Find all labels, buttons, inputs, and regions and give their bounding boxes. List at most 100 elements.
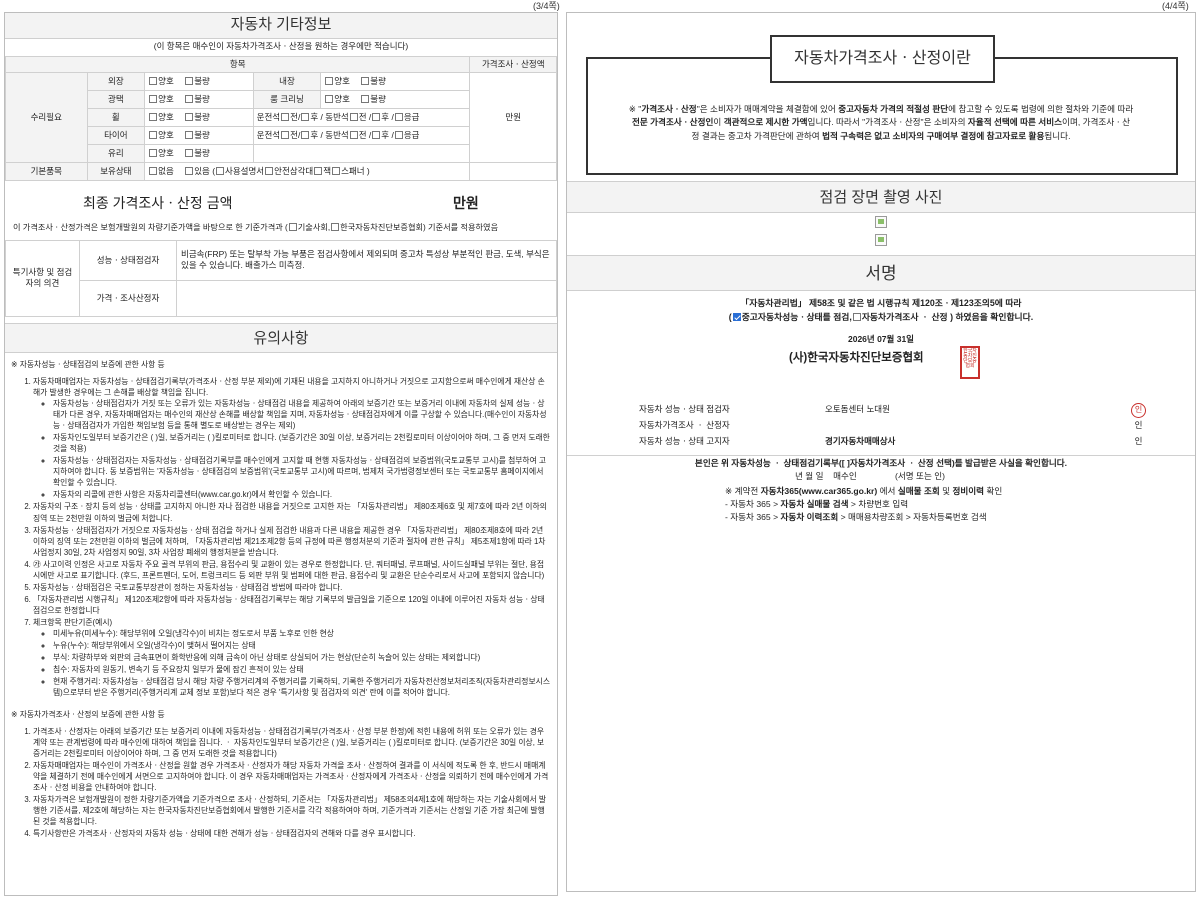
gloss-good-checkbox[interactable] (149, 95, 158, 104)
page-number-left: (3/4쪽) (533, 1, 560, 11)
list-item: 자동차의 구조ㆍ장치 등의 성능ㆍ상태를 고지하지 아니한 자나 점검한 내용을… (33, 501, 551, 523)
opt-label: 양호 (158, 112, 174, 123)
signer-row: 자동차 성능ㆍ상태 점검자 오토돔센터 노대원 인 (639, 402, 1159, 418)
jack-label: 잭 (323, 166, 332, 177)
list-item: 미세누유(미세누수): 해당부위에 오일(냉각수)이 비치는 정도로서 부품 노… (53, 628, 551, 639)
wheel-driver-front-checkbox[interactable] (281, 113, 290, 122)
wheel-emergency-checkbox[interactable] (394, 113, 403, 122)
info-text: ※ 계약전 (725, 486, 761, 496)
possession-options: 없음 있음 (사용설명서 안전삼각대 잭 스패너 ) (144, 162, 471, 182)
item-glass: 유리 (86, 144, 146, 164)
info-text: 실매물 조회 (897, 486, 940, 496)
law-line: 「자동차관리법」 제58조 및 같은 법 시행규칙 제120조ㆍ제123조의5에… (740, 298, 1022, 308)
buyer-sign-line: 년 월 일 매수인 (서명 또는 인) (795, 471, 945, 482)
signer-list: 자동차 성능ㆍ상태 점검자 오토돔센터 노대원 인 자동차가격조사 ㆍ 산정자 … (639, 402, 1159, 450)
glass-good-checkbox[interactable] (149, 149, 158, 158)
room-good-checkbox[interactable] (325, 95, 334, 104)
glass-bad-checkbox[interactable] (185, 149, 194, 158)
possession-has-checkbox[interactable] (185, 167, 194, 176)
wheel-passenger-rear-checkbox[interactable] (372, 113, 381, 122)
rear-label: 후 (381, 112, 390, 123)
tire-good-checkbox[interactable] (149, 131, 158, 140)
opt-label: 불량 (194, 76, 210, 87)
confirm-line: (중고자동차성능ㆍ상태를 점검, 자동차가격조사 ㆍ 산정 ) 하였음을 확인합니… (567, 310, 1195, 324)
buyer-role: 매수인 (833, 471, 857, 481)
passenger-label: 동반석 (325, 112, 349, 123)
wheel-driver-rear-checkbox[interactable] (301, 113, 310, 122)
signature-title: 서명 (567, 255, 1195, 291)
wheel-bad-checkbox[interactable] (185, 113, 194, 122)
manual-checkbox[interactable] (216, 167, 225, 176)
notice-heading-1: ※ 자동차성능ㆍ상태점검의 보증에 관한 사항 등 (11, 359, 165, 369)
list-item: 자동차의 리콜에 관한 사항은 자동차리콜센터(www.car.go.kr)에서… (53, 489, 551, 500)
front-label: 전 (290, 130, 298, 141)
about-text-part: 전문 가격조사ㆍ산정인 (631, 117, 714, 128)
rear-label: 후 (310, 130, 319, 141)
opt-label: 양호 (334, 76, 350, 87)
exterior-bad-checkbox[interactable] (185, 77, 194, 86)
divider (567, 455, 1195, 456)
buyer-confirm-line: 본인은 위 자동차성능 ㆍ 상태점검기록부([ ]자동차가격조사 ㆍ 산정 선택… (694, 458, 1068, 468)
car365-site-link[interactable]: 자동차365(www.car365.go.kr) (761, 486, 878, 496)
opt-label: 불량 (194, 130, 210, 141)
list-item: 자동차성능ㆍ상태점검자는 자동차성능ㆍ상태점검기록부를 매수인에게 고지할 때 … (53, 455, 551, 488)
list-item: ㉮ 사고이력 인정은 사고로 자동차 주요 골격 부위의 판금, 용접수리 및 … (33, 559, 551, 581)
signer-row: 자동차가격조사 ㆍ 산정자 인 (639, 418, 1159, 434)
buyer-sign-note: (서명 또는 인) (895, 471, 946, 481)
exterior-good-checkbox[interactable] (149, 77, 158, 86)
about-box: 자동차가격조사ㆍ산정이란 ※ "가격조사ㆍ산정"은 소비자가 매매계약을 체결함… (586, 35, 1178, 175)
tire-passenger-rear-checkbox[interactable] (372, 131, 381, 140)
exterior-options: 양호 불량 (144, 72, 254, 92)
opt-label: 양호 (158, 76, 174, 87)
jack-checkbox[interactable] (314, 167, 323, 176)
basis-kada-checkbox[interactable] (331, 223, 340, 232)
tire-emergency-checkbox[interactable] (394, 131, 403, 140)
opt-label: 양호 (158, 148, 174, 159)
room-bad-checkbox[interactable] (361, 95, 370, 104)
possession-has-label: 있음 ( (194, 166, 216, 177)
final-price-unit: 만원 (453, 195, 479, 212)
info-text: 및 (939, 486, 953, 496)
signer-role: 자동차가격조사 ㆍ 산정자 (639, 420, 730, 431)
wheel-passenger-front-checkbox[interactable] (349, 113, 358, 122)
confirm-text: 중고자동차성능ㆍ상태를 점검, (741, 312, 852, 322)
possession-none-checkbox[interactable] (149, 167, 158, 176)
tire-driver-rear-checkbox[interactable] (301, 131, 310, 140)
col-price-header: 가격조사ㆍ산정액 (469, 56, 557, 74)
basis-opt1: 기술사회, (297, 223, 331, 233)
triangle-checkbox[interactable] (265, 167, 274, 176)
photo-area (567, 216, 1195, 246)
about-text-part: 법적 구속력은 없고 소비자의 구매여부 결정에 참고자료로 활용 (822, 130, 1045, 141)
front-label: 전 (358, 112, 367, 123)
notice-title: 유의사항 (5, 322, 557, 353)
basis-tech-checkbox[interactable] (288, 223, 297, 232)
used-car-inspection-checkbox[interactable] (732, 313, 741, 321)
tire-bad-checkbox[interactable] (185, 131, 194, 140)
gloss-bad-checkbox[interactable] (185, 95, 194, 104)
basic-label: 기본품목 (5, 162, 88, 182)
wheel-good-checkbox[interactable] (149, 113, 158, 122)
about-text-part: 객관적으로 제시한 가액 (723, 117, 808, 128)
tire-passenger-front-checkbox[interactable] (349, 131, 358, 140)
opt-label: 불량 (194, 148, 210, 159)
price-survey-checkbox[interactable] (852, 313, 861, 321)
tire-driver-front-checkbox[interactable] (281, 131, 290, 140)
notice-text: 자동차매매업자는 자동차성능ㆍ상태점검기록부(가격조사ㆍ산정 부분 제외)에 기… (33, 376, 545, 397)
interior-good-checkbox[interactable] (325, 77, 334, 86)
about-text-part: 입니다. 따라서 "가격조사ㆍ산정"은 소비자의 (807, 117, 968, 128)
notice-body: ※ 자동차성능ㆍ상태점검의 보증에 관한 사항 등 자동차매매업자는 자동차성능… (5, 353, 557, 845)
empty-cell (469, 162, 557, 182)
list-item: 가격조사ㆍ산정자는 아래의 보증기간 또는 보증거리 이내에 자동차성능ㆍ상태점… (33, 726, 551, 759)
spanner-checkbox[interactable] (332, 167, 341, 176)
possession-none-label: 없음 (158, 166, 174, 177)
price-unit: 만원 (469, 72, 557, 164)
inspection-photo-2[interactable] (875, 234, 887, 246)
inspection-photo-1[interactable] (875, 216, 887, 228)
sub-list: 자동차성능ㆍ상태점검자가 거짓 또는 오류가 있는 자동차성능ㆍ상태점검 내용을… (33, 398, 551, 501)
interior-bad-checkbox[interactable] (361, 77, 370, 86)
spanner-label: 스패너 ) (341, 166, 370, 177)
about-text-part: 중고자동차 가격의 적절성 판단 (838, 104, 949, 114)
buyer-date: 년 월 일 (795, 471, 824, 481)
basis-opt2: 한국자동차진단보증협회) 기준서를 적용하였음 (340, 223, 499, 233)
about-text: ※ "가격조사ㆍ산정"은 소비자가 매매계약을 체결함에 있어 중고자동차 가격… (628, 103, 1134, 143)
